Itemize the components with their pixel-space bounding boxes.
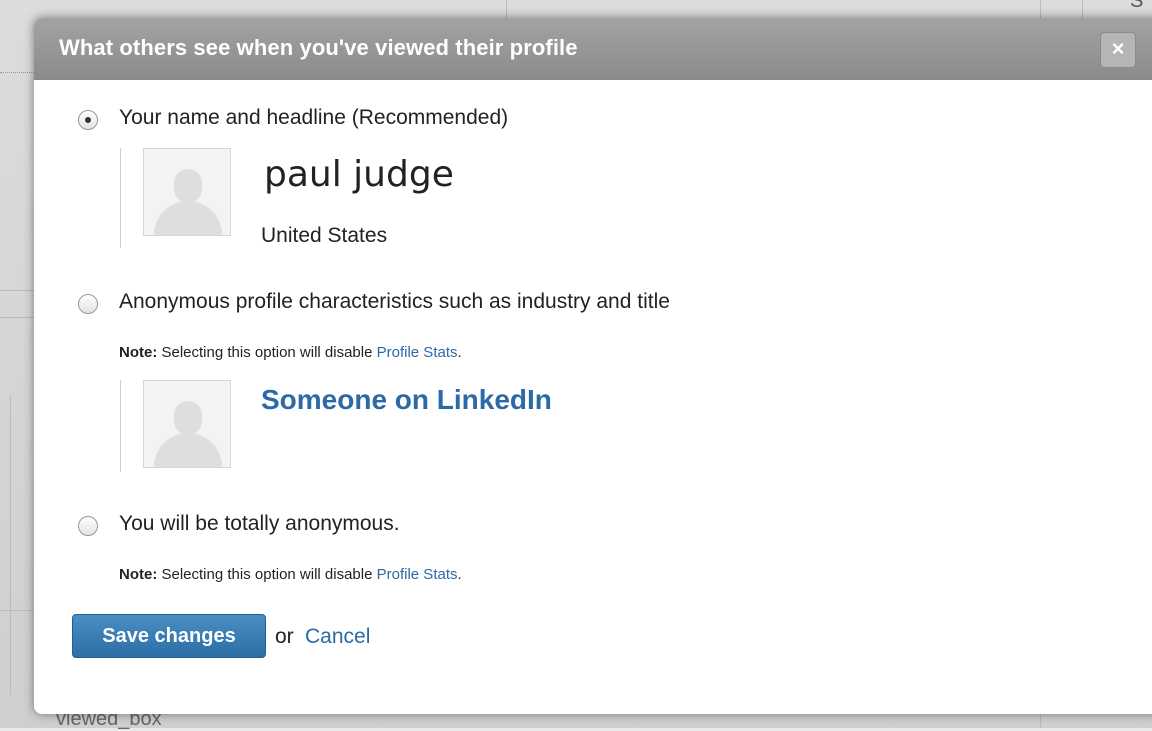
close-icon: × <box>1111 36 1125 61</box>
background-divider <box>1082 0 1083 20</box>
background-divider <box>0 610 34 611</box>
profile-name: paul judge <box>264 154 454 195</box>
dialog-title: What others see when you've viewed their… <box>59 35 578 60</box>
close-button[interactable]: × <box>1100 32 1136 68</box>
privacy-dialog: What others see when you've viewed their… <box>34 18 1152 714</box>
profile-preview: Someone on LinkedIn <box>120 380 552 472</box>
background-divider <box>0 290 34 291</box>
option-label: Your name and headline (Recommended) <box>119 106 509 129</box>
avatar <box>143 148 231 236</box>
save-button[interactable]: Save changes <box>72 614 266 658</box>
anonymous-name: Someone on LinkedIn <box>261 384 552 415</box>
background-divider <box>10 395 11 695</box>
option-note: Note: Selecting this option will disable… <box>119 344 462 361</box>
profile-stats-link[interactable]: Profile Stats <box>377 566 458 583</box>
radio-anonymous-characteristics[interactable] <box>78 294 98 314</box>
profile-preview: paul judge United States <box>120 148 454 248</box>
radio-totally-anonymous[interactable] <box>78 516 98 536</box>
background-divider <box>1040 714 1041 728</box>
option-note: Note: Selecting this option will disable… <box>119 566 462 583</box>
dialog-header: What others see when you've viewed their… <box>34 18 1152 80</box>
background-divider <box>0 317 34 318</box>
background-divider <box>1040 0 1041 20</box>
or-text: or <box>275 625 294 648</box>
option-label: Anonymous profile characteristics such a… <box>119 290 670 313</box>
radio-name-headline[interactable] <box>78 110 98 130</box>
avatar <box>143 380 231 468</box>
background-divider <box>506 0 507 20</box>
background-dotted-line <box>0 72 34 73</box>
cancel-link[interactable]: Cancel <box>305 625 370 649</box>
profile-stats-link[interactable]: Profile Stats <box>377 344 458 361</box>
profile-location: United States <box>261 224 388 247</box>
background-corner-label: S <box>1130 0 1144 12</box>
option-label: You will be totally anonymous. <box>119 512 400 535</box>
